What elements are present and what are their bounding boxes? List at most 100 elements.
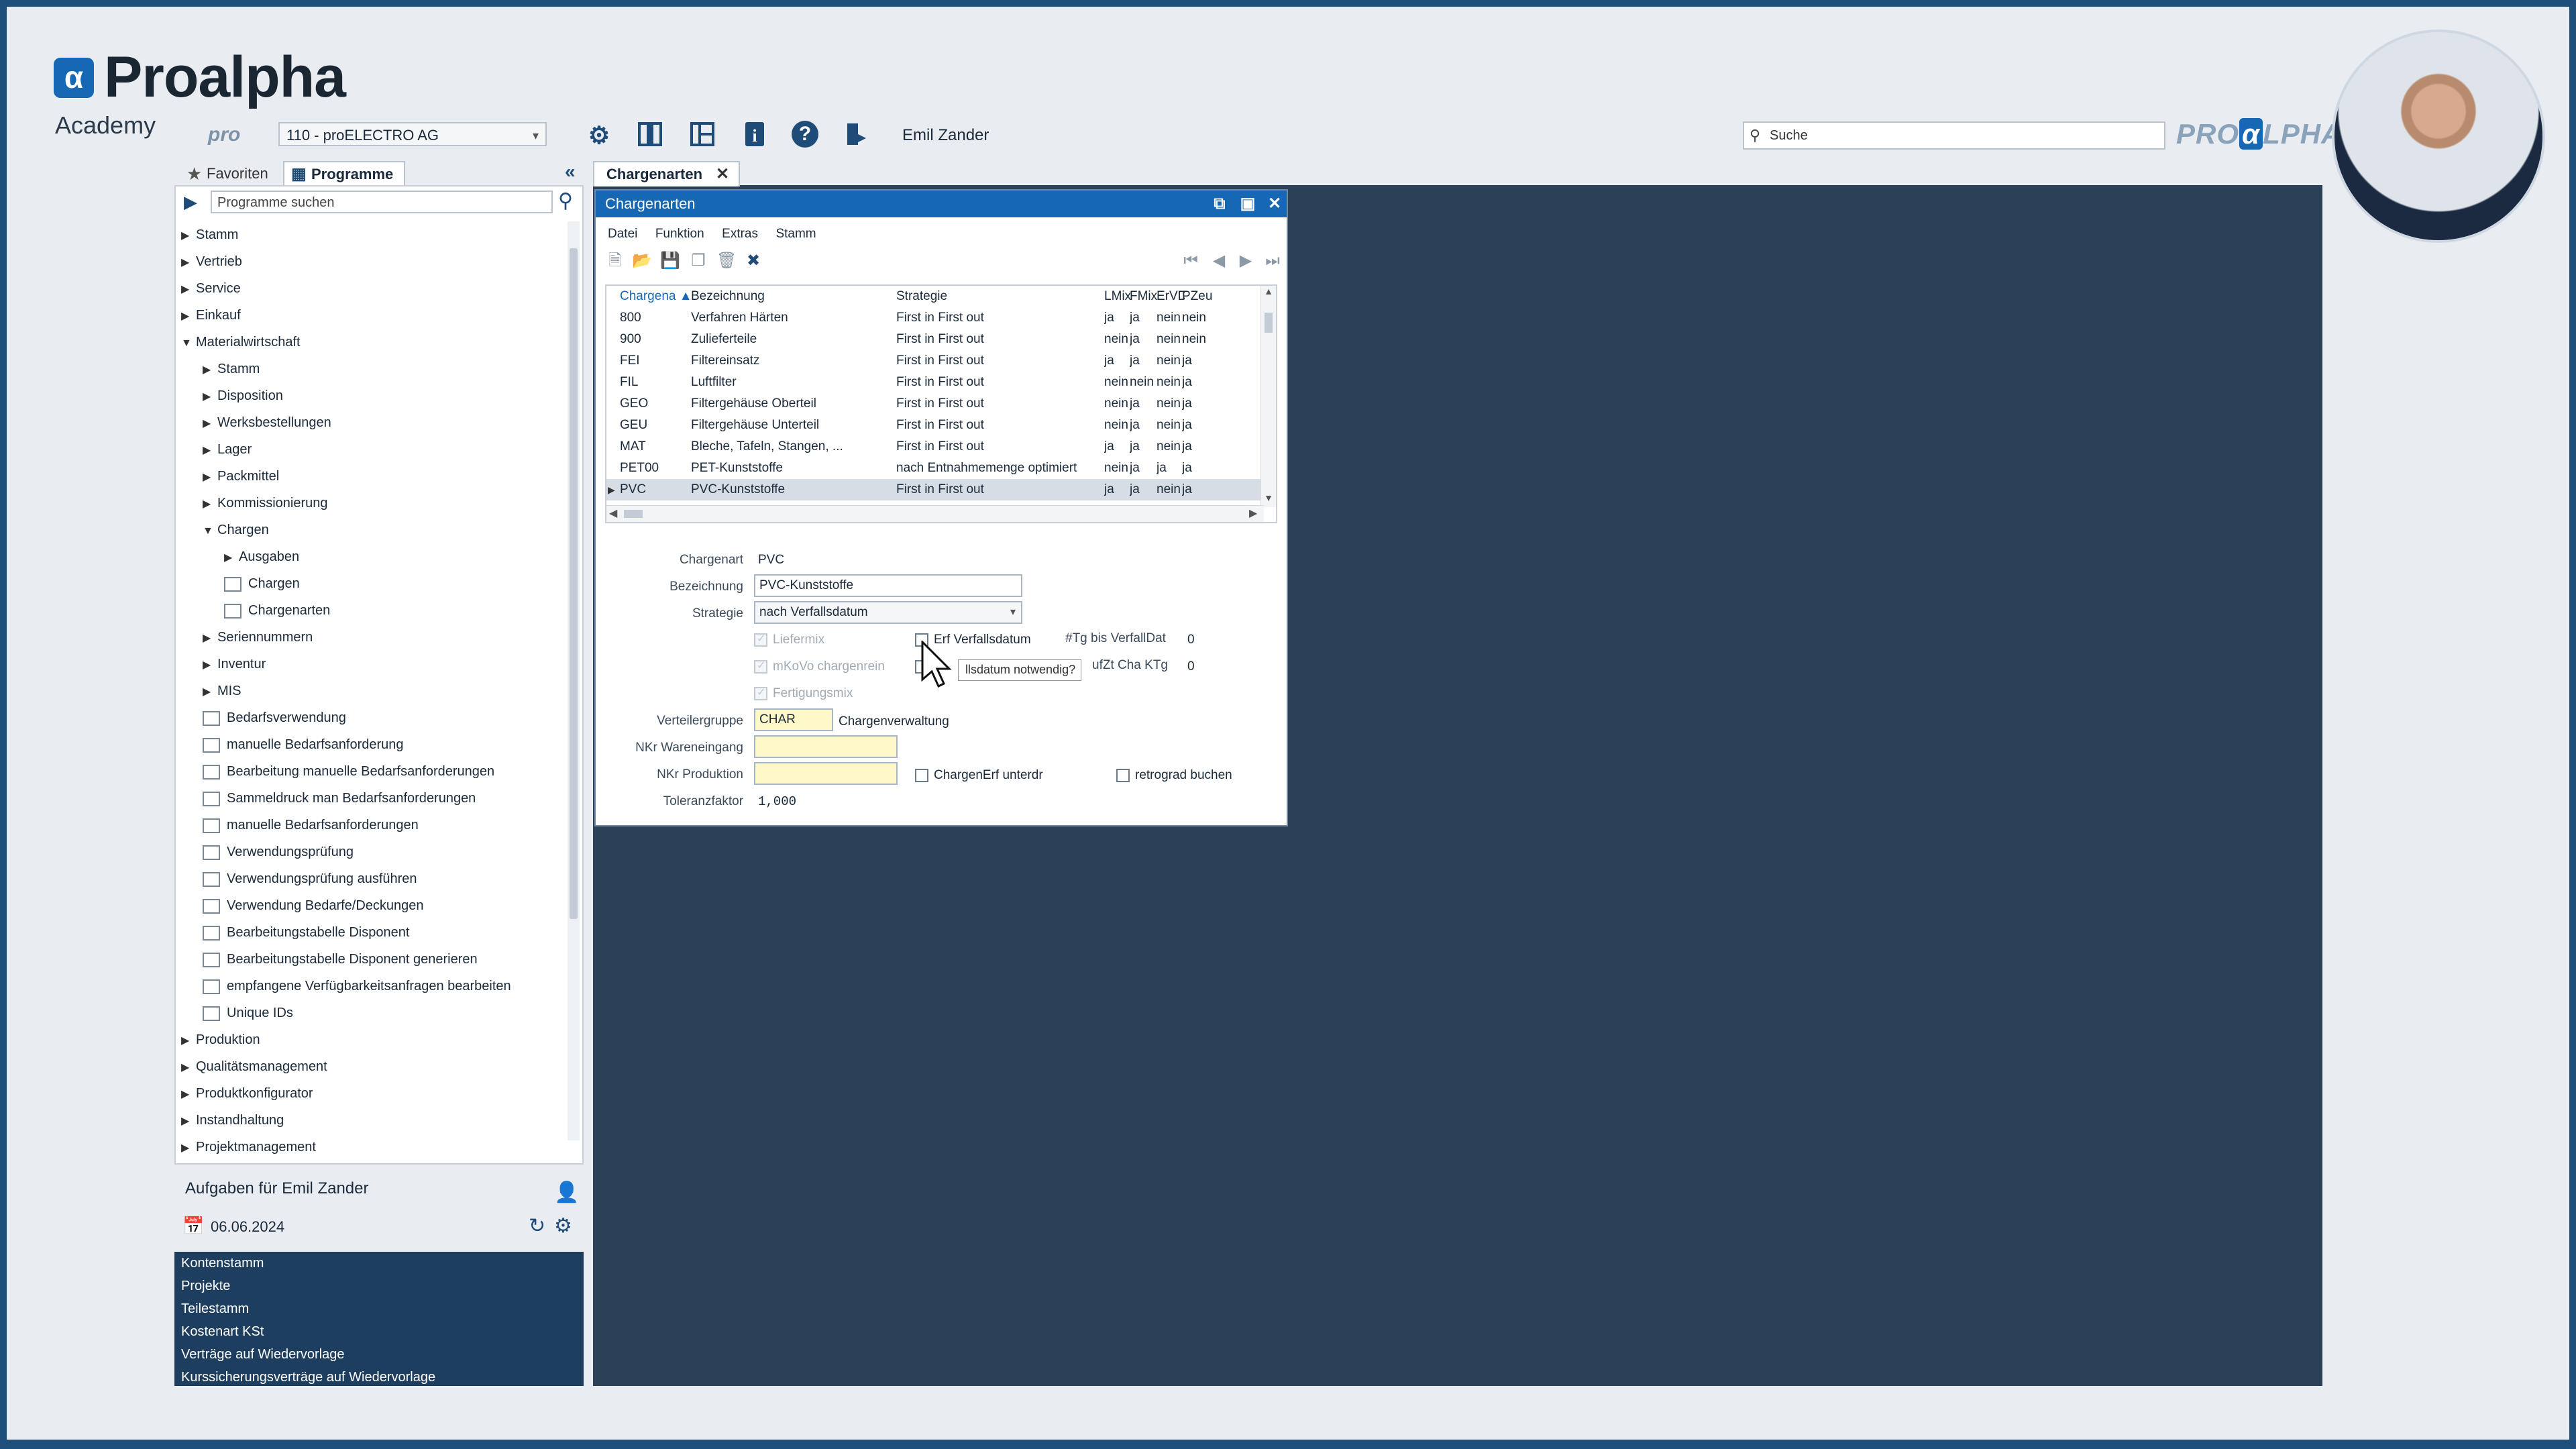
- layout-panels-icon[interactable]: [688, 121, 717, 150]
- toleranzfaktor-value[interactable]: 1,000: [758, 794, 796, 809]
- column-header-lmix[interactable]: LMix: [1104, 286, 1132, 307]
- collapsed-arrow-icon[interactable]: ▶: [203, 384, 217, 411]
- column-header-ervd[interactable]: ErVD: [1157, 286, 1185, 307]
- chargenerf-unterdr-checkbox[interactable]: [915, 769, 928, 782]
- table-hscroll-thumb[interactable]: [624, 510, 643, 518]
- collapsed-arrow-icon[interactable]: ▶: [224, 545, 239, 572]
- save-icon[interactable]: 💾: [660, 251, 680, 271]
- program-search-input[interactable]: Programme suchen: [211, 191, 553, 213]
- collapsed-arrow-icon[interactable]: ▶: [203, 411, 217, 437]
- table-row[interactable]: GEO Filtergehäuse Oberteil First in First …: [606, 393, 1264, 415]
- tree-scrollbar[interactable]: [568, 221, 580, 1140]
- collapsed-arrow-icon[interactable]: ▶: [181, 303, 196, 330]
- play-icon[interactable]: ▶: [184, 192, 197, 213]
- refresh-icon[interactable]: ↻: [529, 1214, 545, 1238]
- tree-item[interactable]: ▼ Materialwirtschaft: [181, 329, 301, 356]
- scroll-left-icon[interactable]: ◀: [609, 506, 617, 522]
- tree-item[interactable]: Verwendungsprüfung ausführen: [203, 865, 417, 892]
- fertigungsmix-checkbox[interactable]: [754, 686, 767, 700]
- expanded-arrow-icon[interactable]: ▼: [203, 518, 217, 545]
- tree-item[interactable]: ▶ Lager: [203, 436, 252, 463]
- bezeichnung-input[interactable]: PVC-Kunststoffe: [754, 574, 1022, 597]
- copy-icon[interactable]: ❐: [688, 251, 708, 271]
- cancel-icon[interactable]: ✖: [743, 251, 763, 271]
- table-vscroll-thumb[interactable]: [1265, 313, 1273, 333]
- nkr-wareneingang-input[interactable]: [754, 735, 898, 758]
- column-header-bezeichnung[interactable]: Bezeichnung: [691, 286, 892, 307]
- tree-item[interactable]: ▶ Disposition: [203, 382, 283, 409]
- task-item[interactable]: Teilestamm: [181, 1297, 249, 1320]
- menu-stamm[interactable]: Stamm: [775, 224, 816, 244]
- collapsed-arrow-icon[interactable]: ▶: [181, 1135, 196, 1162]
- tree-item[interactable]: ▶ Vertrieb: [181, 248, 242, 275]
- search-icon[interactable]: ⚲: [558, 189, 573, 213]
- table-row[interactable]: MAT Bleche, Tafeln, Stangen, ... First in …: [606, 436, 1264, 458]
- mkovo-chargenrein-checkbox[interactable]: [754, 659, 767, 674]
- column-header-strategie[interactable]: Strategie: [896, 286, 1097, 307]
- tree-item[interactable]: Chargenarten: [224, 597, 330, 624]
- menu-funktion[interactable]: Funktion: [655, 224, 704, 244]
- strategie-select[interactable]: nach Verfallsdatum ▾: [754, 601, 1022, 624]
- exit-icon[interactable]: [842, 121, 871, 150]
- tab-programs[interactable]: ▦ Programme: [283, 161, 406, 186]
- collapsed-arrow-icon[interactable]: ▶: [203, 679, 217, 706]
- user-icon[interactable]: 👤: [554, 1181, 579, 1204]
- collapsed-arrow-icon[interactable]: ▶: [181, 250, 196, 276]
- first-record-icon[interactable]: ⏮: [1181, 251, 1201, 271]
- collapsed-arrow-icon[interactable]: ▶: [203, 625, 217, 652]
- tasks-date[interactable]: 06.06.2024: [211, 1218, 284, 1236]
- tg-bis-verfalldat-value[interactable]: 0: [1187, 633, 1195, 647]
- calendar-icon[interactable]: 📅: [182, 1216, 204, 1236]
- tree-item[interactable]: Bearbeitung manuelle Bedarfsanforderunge…: [203, 758, 494, 785]
- table-horizontal-scrollbar[interactable]: ◀ ▶: [606, 505, 1264, 522]
- task-item[interactable]: Verträge auf Wiedervorlage: [181, 1343, 344, 1366]
- collapsed-arrow-icon[interactable]: ▶: [203, 652, 217, 679]
- tree-item[interactable]: ▶ Seriennummern: [203, 624, 313, 651]
- help-icon[interactable]: ?: [792, 121, 818, 148]
- company-select[interactable]: 110 - proELECTRO AG ▾: [278, 122, 547, 146]
- table-row[interactable]: FEI Filtereinsatz First in First out ja ja ne…: [606, 350, 1264, 372]
- collapsed-arrow-icon[interactable]: ▶: [203, 357, 217, 384]
- tree-item[interactable]: Unique IDs: [203, 1000, 293, 1026]
- tree-item[interactable]: Bedarfsverwendung: [203, 704, 346, 731]
- tree-item[interactable]: Chargen: [224, 570, 300, 597]
- tree-item[interactable]: ▶ Qualitätsmanagement: [181, 1053, 327, 1080]
- table-row[interactable]: FIL Luftfilter First in First out nein nein n…: [606, 372, 1264, 393]
- tree-item[interactable]: ▶ Instandhaltung: [181, 1107, 284, 1134]
- tree-item[interactable]: Sammeldruck man Bedarfsanforderungen: [203, 785, 476, 812]
- tree-item[interactable]: ▼ Chargen: [203, 517, 269, 543]
- scroll-right-icon[interactable]: ▶: [1249, 506, 1257, 522]
- tree-item[interactable]: ▶ Einkauf: [181, 302, 241, 329]
- last-record-icon[interactable]: ⏭: [1263, 251, 1283, 271]
- tree-item[interactable]: ▶ MIS: [203, 678, 241, 704]
- collapsed-arrow-icon[interactable]: ▶: [181, 1055, 196, 1081]
- dialog-titlebar[interactable]: Chargenarten: [596, 191, 1287, 217]
- table-row[interactable]: 900 Zulieferteile First in First out nein ja…: [606, 329, 1264, 350]
- maximize-icon[interactable]: ▣: [1234, 191, 1261, 217]
- collapsed-arrow-icon[interactable]: ▶: [181, 1108, 196, 1135]
- table-row[interactable]: GEU Filtergehäuse Unterteil First in First…: [606, 415, 1264, 436]
- scroll-down-icon[interactable]: ▼: [1261, 492, 1276, 503]
- ufzt-cha-ktg-value[interactable]: 0: [1187, 659, 1195, 674]
- prev-record-icon[interactable]: ◀: [1209, 251, 1229, 271]
- layout-columns-icon[interactable]: [635, 121, 665, 150]
- open-folder-icon[interactable]: 📂: [632, 251, 652, 271]
- expanded-arrow-icon[interactable]: ▼: [181, 330, 196, 357]
- task-item[interactable]: Kostenart KSt: [181, 1320, 264, 1343]
- tree-item[interactable]: ▶ Stamm: [203, 356, 260, 382]
- tree-item[interactable]: Verwendung Bedarfe/Deckungen: [203, 892, 424, 919]
- nkr-produktion-input[interactable]: [754, 762, 898, 785]
- task-item[interactable]: Kurssicherungsverträge auf Wiedervorlage: [181, 1366, 435, 1386]
- global-search-input[interactable]: ⚲ Suche: [1743, 121, 2165, 150]
- close-icon[interactable]: ✕: [1261, 191, 1288, 217]
- gear-icon[interactable]: ⚙: [584, 121, 614, 150]
- task-item[interactable]: Projekte: [181, 1275, 230, 1297]
- scroll-up-icon[interactable]: ▲: [1261, 286, 1276, 297]
- table-row[interactable]: 800 Verfahren Härten First in First out ja j…: [606, 307, 1264, 329]
- close-icon[interactable]: ✕: [716, 162, 729, 186]
- tree-item[interactable]: Bearbeitungstabelle Disponent: [203, 919, 409, 946]
- column-header-chargenart[interactable]: Chargena ▲: [620, 286, 692, 307]
- task-item[interactable]: Kontenstamm: [181, 1252, 264, 1275]
- collapsed-arrow-icon[interactable]: ▶: [203, 464, 217, 491]
- column-header-pzeu[interactable]: PZeu: [1182, 286, 1216, 307]
